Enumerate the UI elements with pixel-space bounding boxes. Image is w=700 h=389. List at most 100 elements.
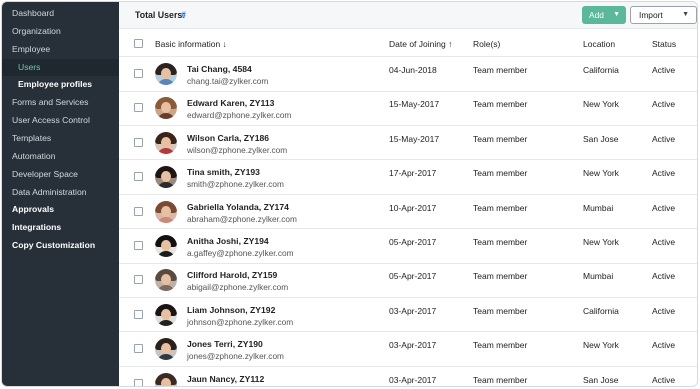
date-of-joining: 03-Apr-2017 xyxy=(389,340,437,351)
sidebar-item-automation[interactable]: Automation xyxy=(2,148,119,165)
user-email: smith@zphone.zylker.com xyxy=(187,179,284,190)
table-header: Basic information ↓ Date of Joining ↑ Ro… xyxy=(119,30,697,57)
date-of-joining: 03-Apr-2017 xyxy=(389,305,437,316)
user-email: edward@zphone.zylker.com xyxy=(187,110,292,121)
row-checkbox[interactable] xyxy=(134,241,143,250)
total-users-label: Total Users: xyxy=(135,10,186,20)
column-date-of-joining[interactable]: Date of Joining ↑ xyxy=(389,39,452,49)
select-all-checkbox[interactable] xyxy=(134,39,143,48)
sidebar-item-developer-space[interactable]: Developer Space xyxy=(2,166,119,183)
sidebar: Dashboard Organization Employee Users Employ… xyxy=(2,2,119,386)
row-checkbox[interactable] xyxy=(134,206,143,216)
row-checkbox[interactable] xyxy=(134,275,143,285)
avatar xyxy=(155,200,177,223)
table-row[interactable]: Edward Karen, ZY113 edward@zphone.zylker.… xyxy=(119,91,697,126)
user-name[interactable]: Liam Johnson, ZY192 xyxy=(187,305,275,315)
user-name[interactable]: Tina smith, ZY193 xyxy=(187,167,260,177)
avatar xyxy=(155,338,177,361)
user-email: johnson@zphone.zylker.com xyxy=(187,316,294,327)
row-checkbox[interactable] xyxy=(134,137,143,147)
table-row[interactable]: Anitha Joshi, ZY194 a.gaffey@zphone.zylke… xyxy=(119,229,697,264)
user-name[interactable]: Gabriella Yolanda, ZY174 xyxy=(187,202,289,212)
user-role: Team member xyxy=(473,271,528,282)
status-badge: Active xyxy=(652,65,676,75)
user-role: Team member xyxy=(473,340,528,351)
status-badge: Active xyxy=(652,99,676,110)
total-users-value[interactable]: # xyxy=(181,10,186,20)
table-row[interactable]: Jones Terri, ZY190 jones@zphone.zylker.co… xyxy=(119,332,697,367)
column-status[interactable]: Status xyxy=(652,39,676,49)
table-row[interactable]: Tai Chang, 4584 chang.tai@zylker.com 04-Ju… xyxy=(119,57,697,92)
user-location: New York xyxy=(583,237,619,247)
avatar xyxy=(155,235,177,257)
date-of-joining: 15-May-2017 xyxy=(389,99,440,110)
column-location[interactable]: Location xyxy=(583,39,615,49)
user-role: Team member xyxy=(473,65,528,75)
date-of-joining: 15-May-2017 xyxy=(389,133,440,144)
table-row[interactable]: Clifford Harold, ZY159 abigail@zphone.zyl… xyxy=(119,263,697,298)
table-row[interactable]: Liam Johnson, ZY192 johnson@zphone.zylker… xyxy=(119,298,697,333)
user-location: Mumbai xyxy=(583,202,614,213)
sidebar-item-copy-customization[interactable]: Copy Customization xyxy=(2,237,119,254)
user-name[interactable]: Anitha Joshi, ZY194 xyxy=(187,236,269,246)
user-name[interactable]: Clifford Harold, ZY159 xyxy=(187,270,277,280)
chevron-down-icon: ▼ xyxy=(613,11,620,18)
main-panel: Total Users: # Add ▼ Import ▼ Basic info… xyxy=(119,2,697,386)
status-badge: Active xyxy=(652,237,676,247)
sidebar-item-data-administration[interactable]: Data Administration xyxy=(2,184,119,201)
table-row[interactable]: Jaun Nancy, ZY112 jaun@zphone.zylker.com 0… xyxy=(119,367,697,386)
sidebar-item-dashboard[interactable]: Dashboard xyxy=(2,5,119,22)
row-checkbox[interactable] xyxy=(134,309,143,319)
import-button[interactable]: Import ▼ xyxy=(630,6,697,24)
sidebar-item-employee[interactable]: Employee xyxy=(2,41,119,58)
user-email: jones@zphone.zylker.com xyxy=(187,351,284,362)
user-location: San Jose xyxy=(583,374,619,385)
status-badge: Active xyxy=(652,374,676,385)
row-checkbox[interactable] xyxy=(134,103,143,113)
sidebar-item-employee-profiles[interactable]: Employee profiles xyxy=(2,76,119,93)
user-location: San Jose xyxy=(583,133,619,144)
status-badge: Active xyxy=(652,305,676,316)
sidebar-item-integrations[interactable]: Integrations xyxy=(2,219,119,236)
user-role: Team member xyxy=(473,374,528,385)
user-location: New York xyxy=(583,340,619,351)
table-row[interactable]: Tina smith, ZY193 smith@zphone.zylker.com… xyxy=(119,160,697,195)
column-basic-information[interactable]: Basic information ↓ xyxy=(155,39,227,49)
row-checkbox[interactable] xyxy=(134,172,143,182)
user-role: Team member xyxy=(473,168,528,179)
row-checkbox[interactable] xyxy=(134,69,143,78)
user-name[interactable]: Jaun Nancy, ZY112 xyxy=(187,374,264,384)
sidebar-item-users[interactable]: Users xyxy=(2,58,119,76)
row-checkbox[interactable] xyxy=(134,378,143,386)
column-roles[interactable]: Role(s) xyxy=(473,39,500,49)
user-email: a.gaffey@zphone.zylker.com xyxy=(187,248,294,258)
date-of-joining: 05-Apr-2017 xyxy=(389,237,437,247)
user-name[interactable]: Tai Chang, 4584 xyxy=(187,64,252,74)
import-button-label: Import xyxy=(639,10,663,20)
user-name[interactable]: Edward Karen, ZY113 xyxy=(187,98,274,108)
sidebar-item-forms-and-services[interactable]: Forms and Services xyxy=(2,94,119,111)
sidebar-item-templates[interactable]: Templates xyxy=(2,130,119,147)
user-role: Team member xyxy=(473,99,528,110)
sidebar-item-user-access-control[interactable]: User Access Control xyxy=(2,112,119,129)
table-row[interactable]: Gabriella Yolanda, ZY174 abraham@zphone.z… xyxy=(119,195,697,230)
user-role: Team member xyxy=(473,133,528,144)
status-badge: Active xyxy=(652,168,676,179)
chevron-down-icon: ▼ xyxy=(682,11,689,18)
sidebar-item-organization[interactable]: Organization xyxy=(2,23,119,40)
row-checkbox[interactable] xyxy=(134,344,143,354)
status-badge: Active xyxy=(652,133,676,144)
table-row[interactable]: Wilson Carla, ZY186 wilson@zphone.zylker.… xyxy=(119,126,697,161)
avatar xyxy=(155,63,177,85)
sidebar-item-approvals[interactable]: Approvals xyxy=(2,201,119,218)
date-of-joining: 03-Apr-2017 xyxy=(389,374,437,385)
avatar xyxy=(155,97,177,120)
user-name[interactable]: Jones Terri, ZY190 xyxy=(187,339,263,349)
add-button[interactable]: Add ▼ xyxy=(582,6,626,24)
avatar xyxy=(155,372,177,386)
avatar xyxy=(155,166,177,189)
user-role: Team member xyxy=(473,305,528,316)
avatar xyxy=(155,303,177,326)
user-location: California xyxy=(583,65,619,75)
user-name[interactable]: Wilson Carla, ZY186 xyxy=(187,133,269,143)
